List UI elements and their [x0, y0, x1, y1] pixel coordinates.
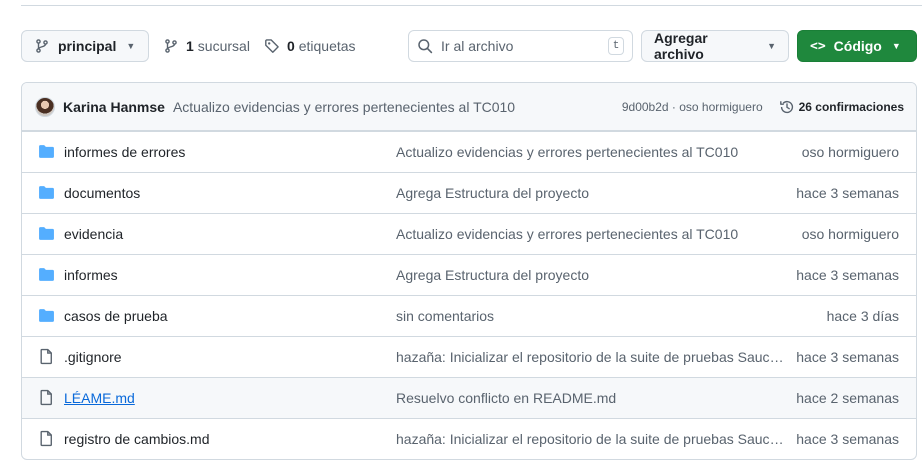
chevron-down-icon: ▼: [891, 41, 901, 51]
search-placeholder: Ir al archivo: [441, 38, 514, 54]
tags-label: etiquetas: [298, 38, 356, 54]
file-row[interactable]: documentos Agrega Estructura del proyect…: [22, 172, 916, 213]
file-name[interactable]: documentos: [64, 185, 140, 201]
search-icon: [418, 39, 433, 54]
file-name[interactable]: .gitignore: [64, 349, 122, 365]
folder-icon: [39, 227, 54, 240]
file-name[interactable]: registro de cambios.md: [64, 431, 210, 447]
file-commit-date: hace 3 semanas: [796, 267, 899, 283]
commit-author[interactable]: Karina Hanmse: [63, 99, 165, 115]
commit-message[interactable]: Actualizo evidencias y errores perteneci…: [173, 99, 515, 115]
file-commit-date: hace 2 semanas: [796, 390, 899, 406]
file-commit-message[interactable]: sin comentarios: [396, 308, 786, 324]
file-icon: [40, 348, 52, 365]
folder-icon: [39, 309, 54, 322]
file-commit-date: oso hormiguero: [801, 144, 899, 160]
file-commit-date: hace 3 días: [826, 308, 899, 324]
history-icon: [779, 100, 793, 113]
tags-link[interactable]: 0 etiquetas: [264, 38, 356, 54]
chevron-down-icon: ▼: [767, 41, 776, 51]
file-commit-message[interactable]: hazaña: Inicializar el repositorio de la…: [396, 349, 786, 365]
file-name[interactable]: informes: [64, 267, 118, 283]
branch-name: principal: [58, 38, 117, 54]
file-commit-message[interactable]: Agrega Estructura del proyecto: [396, 267, 786, 283]
code-button[interactable]: <> Código ▼: [797, 30, 917, 62]
chevron-down-icon: ▼: [126, 41, 136, 51]
code-label: Código: [833, 38, 882, 54]
branches-label: sucursal: [197, 38, 250, 54]
commit-meta: 9d00b2d · oso hormiguero 26 confirmacion…: [622, 99, 904, 115]
folder-icon: [39, 268, 54, 281]
file-row[interactable]: registro de cambios.md hazaña: Inicializ…: [22, 418, 916, 459]
file-commit-date: hace 3 semanas: [796, 431, 899, 447]
file-list: Karina Hanmse Actualizo evidencias y err…: [21, 82, 917, 460]
add-file-label: Agregar archivo: [654, 30, 708, 62]
file-icon: [40, 430, 52, 447]
file-row[interactable]: casos de prueba sin comentarios hace 3 d…: [22, 295, 916, 336]
git-branch-icon: [36, 39, 48, 53]
tags-count: 0: [286, 38, 295, 54]
file-commit-message[interactable]: Resuelvo conflicto en README.md: [396, 390, 786, 406]
folder-icon: [39, 145, 54, 158]
file-name[interactable]: evidencia: [64, 226, 123, 242]
commits-count: 26 confirmaciones: [798, 99, 904, 114]
file-commit-message[interactable]: Actualizo evidencias y errores perteneci…: [396, 144, 786, 160]
top-divider: [21, 0, 922, 6]
file-commit-date: hace 3 semanas: [796, 349, 899, 365]
file-row[interactable]: evidencia Actualizo evidencias y errores…: [22, 213, 916, 254]
git-branch-icon: [165, 39, 177, 53]
code-icon: <>: [810, 38, 826, 54]
file-commit-date: oso hormiguero: [801, 226, 899, 242]
branch-selector-button[interactable]: principal ▼: [21, 30, 149, 62]
commits-history-link[interactable]: 26 confirmaciones: [779, 99, 904, 115]
branches-count: 1: [186, 38, 194, 54]
go-to-file-search[interactable]: Ir al archivo t: [408, 30, 633, 62]
keyboard-shortcut-hint: t: [608, 37, 624, 55]
file-commit-message[interactable]: Actualizo evidencias y errores perteneci…: [396, 226, 786, 242]
file-name[interactable]: informes de errores: [64, 144, 185, 160]
latest-commit-bar: Karina Hanmse Actualizo evidencias y err…: [22, 83, 916, 131]
file-name[interactable]: LÉAME.md: [64, 390, 135, 406]
tag-icon: [265, 39, 279, 53]
file-commit-message[interactable]: Agrega Estructura del proyecto: [396, 185, 786, 201]
file-row[interactable]: informes Agrega Estructura del proyecto …: [22, 254, 916, 295]
branches-link[interactable]: 1 sucursal: [163, 38, 250, 54]
file-commit-date: hace 3 semanas: [796, 185, 899, 201]
file-commit-message[interactable]: hazaña: Inicializar el repositorio de la…: [396, 431, 786, 447]
file-name[interactable]: casos de prueba: [64, 308, 168, 324]
file-row[interactable]: .gitignore hazaña: Inicializar el reposi…: [22, 336, 916, 377]
commit-hash[interactable]: 9d00b2d · oso hormiguero: [622, 100, 763, 114]
add-file-button[interactable]: Agregar archivo ▼: [641, 30, 789, 62]
file-icon: [40, 389, 52, 406]
folder-icon: [39, 186, 54, 199]
repo-toolbar: principal ▼ 1 sucursal 0 etiquetas Ir al…: [21, 30, 917, 62]
avatar[interactable]: [35, 96, 55, 117]
file-row[interactable]: informes de errores Actualizo evidencias…: [22, 131, 916, 172]
file-row[interactable]: LÉAME.md Resuelvo conflicto en README.md…: [22, 377, 916, 418]
